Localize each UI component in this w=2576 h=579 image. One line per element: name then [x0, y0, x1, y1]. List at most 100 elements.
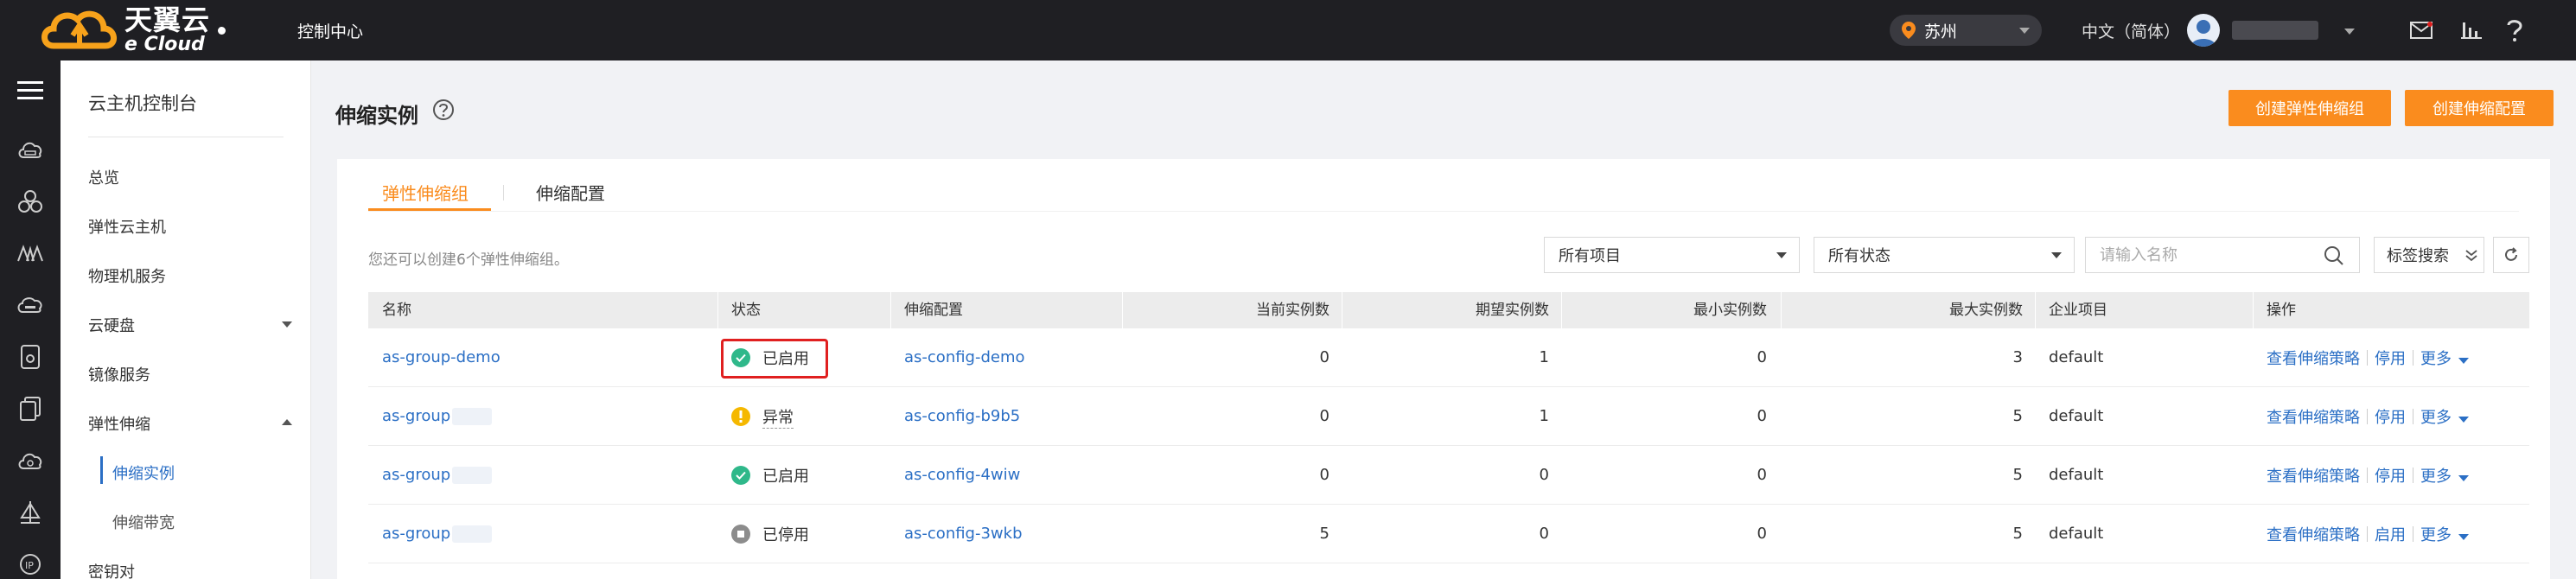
language-switch[interactable]: 中文（简体） [2082, 19, 2180, 42]
project-select[interactable]: 所有项目 [1544, 237, 1800, 273]
more-label: 更多 [2420, 468, 2452, 486]
stop-link[interactable]: 停用 [2375, 464, 2406, 487]
highlight-box [721, 339, 828, 379]
more-label: 更多 [2420, 526, 2452, 544]
username-masked[interactable] [2232, 21, 2318, 40]
column-separator [890, 292, 891, 328]
sidebar-item-keypair[interactable]: 密钥对 [88, 560, 296, 579]
sidebar-item-cloud-host[interactable]: 弹性云主机 [88, 215, 296, 238]
logo[interactable]: 天翼云 e Cloud [38, 3, 210, 57]
location-pin-icon [1902, 22, 1916, 39]
row-actions: 查看伸缩策略 停用 更多 [2267, 446, 2469, 505]
group-name-link[interactable]: as-group [382, 387, 493, 446]
more-link[interactable]: 更多 [2420, 464, 2469, 487]
refresh-button[interactable] [2493, 237, 2529, 273]
action-separator [2367, 409, 2368, 424]
more-link[interactable]: 更多 [2420, 347, 2469, 369]
create-scaling-config-button[interactable]: 创建伸缩配置 [2405, 90, 2554, 126]
console-link[interactable]: 控制中心 [297, 19, 363, 42]
project-select-value: 所有项目 [1559, 247, 1621, 265]
cloud-server-icon[interactable] [0, 128, 61, 171]
page-title: 伸缩实例 [335, 104, 418, 128]
ip-icon[interactable]: IP [0, 543, 61, 579]
mail-icon[interactable] [2408, 17, 2434, 43]
sidebar-item-disk[interactable]: 云硬盘 [88, 314, 296, 336]
max-count: 5 [2012, 466, 2023, 484]
more-link[interactable]: 更多 [2420, 405, 2469, 428]
group-name-link[interactable]: as-group [382, 446, 493, 505]
view-policy-link[interactable]: 查看伸缩策略 [2267, 405, 2360, 428]
copy-icon[interactable] [0, 387, 61, 430]
chart-icon[interactable] [2458, 17, 2484, 43]
config-link[interactable]: as-config-4wiw [904, 446, 1020, 505]
user-avatar-icon [2190, 20, 2216, 47]
question-circle-icon[interactable] [432, 99, 455, 121]
region-select[interactable]: 苏州 [1890, 15, 2042, 46]
menu-icon[interactable] [0, 69, 61, 112]
min-count: 0 [1757, 525, 1767, 543]
view-policy-link[interactable]: 查看伸缩策略 [2267, 523, 2360, 545]
column-separator [717, 292, 718, 328]
start-link[interactable]: 启用 [2375, 523, 2406, 545]
cloud-sync-icon[interactable] [0, 439, 61, 482]
column-header-current: 当前实例数 [1256, 302, 1329, 319]
status-select[interactable]: 所有状态 [1814, 237, 2075, 273]
status-cell: 异常 [731, 387, 794, 446]
view-policy-link[interactable]: 查看伸缩策略 [2267, 347, 2360, 369]
sidenav-title: 云主机控制台 [88, 93, 197, 114]
chevron-down-icon [2458, 417, 2469, 423]
status-label: 已停用 [762, 526, 809, 544]
help-icon[interactable] [2502, 17, 2528, 43]
tag-search-button[interactable]: 标签搜索 [2374, 237, 2484, 273]
config-link[interactable]: as-config-3wkb [904, 505, 1023, 563]
config-link[interactable]: as-config-demo [904, 328, 1025, 387]
enterprise-project: default [2049, 466, 2104, 484]
max-count: 5 [2012, 525, 2023, 543]
name-search-input[interactable] [2085, 237, 2360, 273]
more-label: 更多 [2420, 409, 2452, 427]
more-link[interactable]: 更多 [2420, 523, 2469, 545]
logo-cn: 天翼云 [124, 3, 211, 36]
logo-text: 天翼云 e Cloud [124, 6, 210, 54]
icon-rail: IP [0, 60, 61, 579]
status-cell: 已停用 [731, 505, 809, 563]
sidebar-item-autoscaling[interactable]: 弹性伸缩 [88, 412, 296, 435]
sidebar-item-overview[interactable]: 总览 [88, 166, 296, 188]
masked-suffix [452, 525, 493, 543]
bridge-icon[interactable] [0, 232, 61, 275]
tab-scaling-config[interactable]: 伸缩配置 [536, 180, 605, 205]
stop-link[interactable]: 停用 [2375, 347, 2406, 369]
stop-link[interactable]: 停用 [2375, 405, 2406, 428]
enterprise-project: default [2049, 407, 2104, 425]
config-link[interactable]: as-config-b9b5 [904, 387, 1020, 446]
min-count: 0 [1757, 466, 1767, 484]
sidebar-item-label: 云硬盘 [88, 317, 135, 335]
enterprise-project: default [2049, 525, 2104, 543]
storage-icon[interactable] [0, 335, 61, 379]
cluster-icon[interactable] [0, 180, 61, 223]
column-separator [1561, 292, 1562, 328]
search-icon[interactable] [2324, 245, 2344, 266]
tab-scaling-group[interactable]: 弹性伸缩组 [382, 180, 469, 205]
sidebar-item-image[interactable]: 镜像服务 [88, 363, 296, 385]
view-policy-link[interactable]: 查看伸缩策略 [2267, 464, 2360, 487]
group-name-link[interactable]: as-group-demo [382, 328, 501, 387]
action-separator [2367, 526, 2368, 542]
sidebar-item-scaling-instance[interactable]: 伸缩实例 [112, 461, 175, 484]
sidebar-item-scaling-bandwidth[interactable]: 伸缩带宽 [112, 511, 175, 533]
disk-icon[interactable] [0, 283, 61, 327]
current-count: 5 [1319, 525, 1329, 543]
sail-icon[interactable] [0, 491, 61, 534]
avatar[interactable] [2187, 14, 2220, 47]
chevron-up-icon [282, 419, 292, 425]
tab-separator [503, 185, 504, 200]
group-name-link[interactable]: as-group [382, 505, 493, 563]
create-scaling-group-button[interactable]: 创建弹性伸缩组 [2228, 90, 2391, 126]
user-chevron-down-icon[interactable] [2344, 29, 2355, 35]
group-name-text: as-group [382, 466, 451, 484]
table-header: 名称 状态 伸缩配置 当前实例数 期望实例数 最小实例数 最大实例数 企业项目 … [368, 292, 2529, 328]
column-header-actions: 操作 [2267, 302, 2296, 319]
column-header-min: 最小实例数 [1693, 302, 1767, 319]
desired-count: 0 [1539, 525, 1549, 543]
sidebar-item-physical[interactable]: 物理机服务 [88, 264, 296, 287]
